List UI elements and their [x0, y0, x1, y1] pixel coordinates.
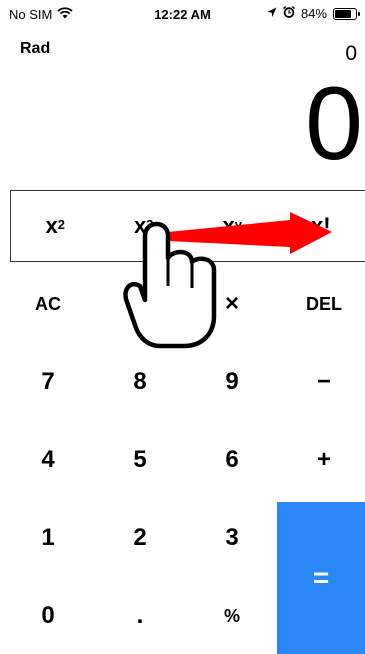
- digit-2-button[interactable]: 2: [94, 502, 186, 574]
- battery-percent: 84%: [300, 6, 327, 21]
- result-display: 0: [305, 66, 363, 182]
- status-bar: No SIM 12:22 AM 84%: [0, 0, 365, 28]
- add-button[interactable]: +: [278, 424, 365, 496]
- digit-5-button[interactable]: 5: [94, 424, 186, 496]
- func-exponent: y: [234, 216, 242, 232]
- func-base: x: [222, 213, 235, 238]
- scientific-function-row: x2 x3 xy x!: [10, 190, 365, 262]
- cube-button[interactable]: x3: [100, 191, 189, 261]
- alarm-icon: [283, 6, 295, 21]
- digit-1-button[interactable]: 1: [2, 502, 94, 574]
- digit-3-button[interactable]: 3: [186, 502, 278, 574]
- subtract-button[interactable]: −: [278, 346, 365, 418]
- calculator-screen: No SIM 12:22 AM 84% Rad 0 0 x 2 x 3 x y …: [0, 0, 365, 654]
- angle-mode-toggle[interactable]: Rad: [20, 40, 50, 58]
- func-base: x: [45, 213, 58, 238]
- percent-button[interactable]: %: [186, 580, 278, 652]
- expression-display: 0: [345, 42, 357, 65]
- location-arrow-icon: [267, 6, 277, 21]
- battery-fill: [335, 9, 351, 18]
- digit-9-button[interactable]: 9: [186, 346, 278, 418]
- factorial-button[interactable]: x!: [277, 191, 365, 261]
- func-exponent: 2: [57, 216, 65, 232]
- equals-button[interactable]: =: [277, 502, 365, 654]
- status-right: 84%: [267, 6, 360, 21]
- power-button[interactable]: xy: [188, 191, 277, 261]
- battery-icon: [333, 7, 360, 20]
- clear-button[interactable]: AC: [2, 268, 94, 340]
- func-base: x!: [310, 213, 331, 238]
- delete-button[interactable]: DEL: [278, 268, 365, 340]
- digit-6-button[interactable]: 6: [186, 424, 278, 496]
- digit-8-button[interactable]: 8: [94, 346, 186, 418]
- minus-top-button[interactable]: −: [94, 268, 186, 340]
- digit-4-button[interactable]: 4: [2, 424, 94, 496]
- func-base: x: [134, 213, 147, 238]
- decimal-button[interactable]: .: [94, 580, 186, 652]
- digit-7-button[interactable]: 7: [2, 346, 94, 418]
- square-button[interactable]: x2: [11, 191, 100, 261]
- digit-0-button[interactable]: 0: [2, 580, 94, 652]
- multiply-button[interactable]: ×: [186, 268, 278, 340]
- func-exponent: 3: [146, 216, 154, 232]
